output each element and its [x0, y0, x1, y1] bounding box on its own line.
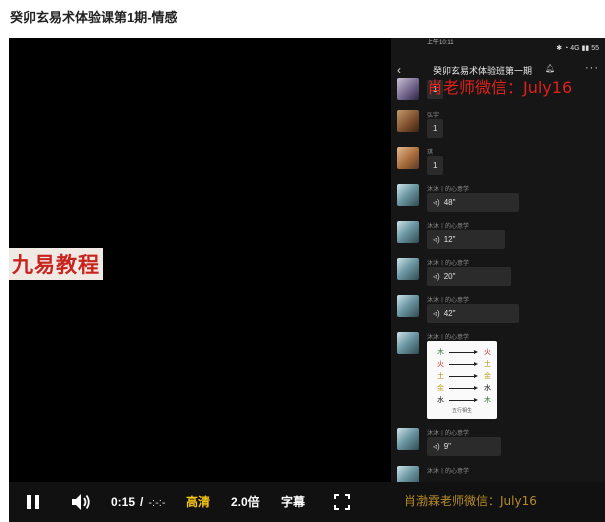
sender-name: 琪	[427, 150, 434, 156]
image-caption: 五行相生	[451, 408, 472, 414]
status-bar: 上午10:11 ✱ ◔ 4G ▮▮ 55	[391, 38, 605, 58]
status-icons: ✱ ◔ 4G ▮▮ 55	[556, 45, 599, 52]
avatar	[397, 221, 419, 243]
time-display: 0:15 / -:-:-	[111, 482, 165, 522]
avatar	[397, 466, 419, 482]
voice-message: ◃) 12"	[427, 230, 505, 249]
avatar	[397, 428, 419, 450]
message-bubble: 1	[427, 156, 444, 175]
avatar	[397, 110, 419, 132]
voice-message: ◃) 48"	[427, 193, 519, 212]
voice-duration: 12"	[443, 235, 456, 244]
sender-name: 沐沐丨的心意学	[427, 261, 470, 267]
current-time: 0:15	[111, 495, 136, 509]
element-row: 土金	[437, 372, 491, 380]
avatar	[397, 147, 419, 169]
voice-icon: ◃)	[433, 272, 440, 281]
sender-name: 沐沐丨的心意学	[427, 335, 470, 341]
more-icon: ···	[585, 62, 599, 74]
sender-name: 沐沐丨的心意学	[427, 224, 470, 230]
voice-icon: ◃)	[433, 309, 440, 318]
avatar	[397, 332, 419, 354]
pause-icon[interactable]	[27, 482, 41, 522]
sender-name: 沐沐丨的心意学	[427, 431, 470, 437]
voice-duration: 48"	[443, 198, 456, 207]
video-player[interactable]: 九易教程 上午10:11 ✱ ◔ 4G ▮▮ 55 ‹ 癸卯玄易术体验班第一期 …	[9, 38, 605, 522]
voice-message: ◃) 20"	[427, 267, 511, 286]
bell-icon: 🔔︎	[545, 64, 556, 73]
voice-icon: ◃)	[433, 442, 440, 451]
left-watermark: 九易教程	[9, 248, 103, 280]
avatar	[397, 78, 419, 100]
voice-duration: 20"	[443, 272, 456, 281]
volume-icon[interactable]	[71, 482, 91, 522]
quality-button[interactable]: 高清	[186, 482, 210, 522]
page-title: 癸卯玄易术体验课第1期-情感	[10, 10, 178, 25]
element-row: 金水	[437, 384, 491, 392]
voice-duration: 9"	[443, 442, 451, 451]
speed-button[interactable]: 2.0倍	[231, 482, 260, 522]
voice-duration: 42"	[443, 309, 456, 318]
element-row: 水木	[437, 396, 491, 404]
time-separator: /	[140, 495, 144, 509]
bottom-watermark: 肖渤霖老师微信：July16	[404, 494, 537, 508]
fullscreen-icon[interactable]	[334, 482, 350, 522]
message-bubble: 1	[427, 119, 444, 138]
voice-icon: ◃)	[433, 235, 440, 244]
sender-name: 沐沐丨的心意学	[427, 469, 470, 475]
sender-name: 沐沐丨的心意学	[427, 187, 470, 193]
player-controls: 0:15 / -:-:- 高清 2.0倍 字幕 肖渤霖老师微信：July16	[9, 482, 605, 522]
avatar	[397, 184, 419, 206]
element-row: 木火	[437, 348, 491, 356]
five-elements-image: 木火 火土 土金 金水 水木 五行相生	[427, 341, 497, 419]
back-icon: ‹	[397, 63, 401, 77]
voice-message: ◃) 9"	[427, 437, 501, 456]
phone-screen-recording: 上午10:11 ✱ ◔ 4G ▮▮ 55 ‹ 癸卯玄易术体验班第一期 🔔︎ ··…	[391, 38, 605, 482]
sender-name: 弘宇	[427, 113, 440, 119]
status-time: 上午10:11	[427, 40, 454, 46]
video-area[interactable]: 九易教程 上午10:11 ✱ ◔ 4G ▮▮ 55 ‹ 癸卯玄易术体验班第一期 …	[9, 38, 605, 482]
voice-message: ◃) 42"	[427, 304, 519, 323]
avatar	[397, 258, 419, 280]
avatar	[397, 295, 419, 317]
subtitle-button[interactable]: 字幕	[281, 482, 305, 522]
wechat-watermark: 肖老师微信：July16	[427, 78, 573, 97]
element-row: 火土	[437, 360, 491, 368]
voice-icon: ◃)	[433, 198, 440, 207]
duration: -:-:-	[148, 497, 166, 509]
sender-name: 沐沐丨的心意学	[427, 298, 470, 304]
